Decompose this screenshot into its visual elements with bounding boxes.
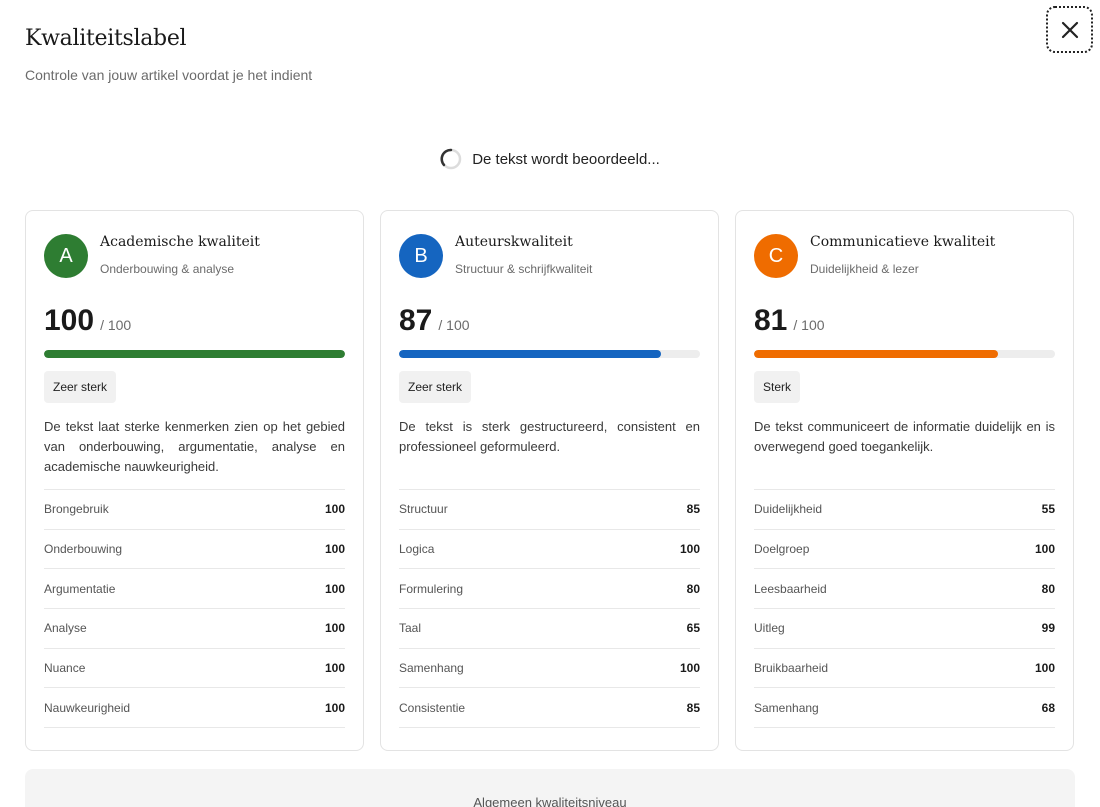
progress-bar (754, 350, 1055, 358)
score-max: / 100 (100, 317, 132, 333)
metrics-list: Duidelijkheid 55 Doelgroep 100 Leesbaarhei… (754, 489, 1055, 729)
metric-row: Formulering 80 (399, 569, 700, 610)
metric-row: Leesbaarheid 80 (754, 569, 1055, 610)
card-author: B Auteurskwaliteit Structuur & schrijfkw… (380, 210, 719, 751)
metric-row: Samenhang 100 (399, 649, 700, 689)
metric-name: Leesbaarheid (754, 581, 827, 596)
close-icon (1061, 21, 1078, 38)
metric-name: Nauwkeurigheid (44, 700, 131, 715)
metric-name: Logica (399, 542, 435, 557)
grade-badge: C (754, 234, 798, 278)
score-max: / 100 (438, 317, 470, 333)
metric-value: 100 (324, 700, 345, 715)
metric-name: Consistentie (399, 700, 466, 715)
card-academic: A Academische kwaliteit Onderbouwing & a… (25, 210, 364, 751)
card-description: De tekst communiceert de informatie duid… (754, 419, 1055, 454)
page-subtitle: Controle van jouw artikel voordat je het… (25, 67, 313, 83)
metrics-list: Brongebruik 100 Onderbouwing 100 Argumenta… (44, 489, 345, 729)
rating-badge: Zeer sterk (399, 371, 472, 403)
loading-text: De tekst wordt beoordeeld... (472, 150, 660, 168)
metric-value: 100 (1034, 542, 1055, 557)
rating-badge: Sterk (754, 371, 801, 403)
card-title: Academische kwaliteit (100, 234, 260, 250)
progress-fill (399, 350, 661, 358)
score-max: / 100 (793, 317, 825, 333)
metric-row: Logica 100 (399, 530, 700, 570)
score-value: 87 (399, 304, 433, 337)
metric-row: Onderbouwing 100 (44, 530, 345, 570)
progress-bar (399, 350, 700, 358)
metric-value: 68 (1041, 700, 1055, 715)
metric-row: Nauwkeurigheid 100 (44, 688, 345, 729)
metric-row: Nuance 100 (44, 649, 345, 689)
metric-row: Samenhang 68 (754, 688, 1055, 729)
spinner-icon (440, 148, 462, 170)
metric-name: Analyse (44, 621, 87, 636)
card-title: Auteurskwaliteit (455, 234, 573, 250)
metric-value: 100 (679, 542, 700, 557)
metric-name: Samenhang (399, 661, 464, 676)
modal-header: Kwaliteitslabel Controle van jouw artike… (25, 26, 312, 83)
metric-row: Duidelijkheid 55 (754, 490, 1055, 530)
metric-value: 55 (1041, 502, 1055, 517)
metric-row: Analyse 100 (44, 609, 345, 649)
metric-name: Uitleg (754, 621, 785, 636)
metric-name: Samenhang (754, 700, 819, 715)
metric-value: 99 (1041, 621, 1055, 636)
metric-value: 100 (324, 581, 345, 596)
metric-name: Structuur (399, 502, 448, 517)
metric-value: 85 (686, 502, 700, 517)
metric-row: Doelgroep 100 (754, 530, 1055, 570)
overall-quality-panel: Algemeen kwaliteitsniveau (25, 769, 1075, 807)
metric-name: Nuance (44, 661, 86, 676)
rating-badge: Zeer sterk (44, 371, 117, 403)
progress-fill (754, 350, 998, 358)
quality-cards: A Academische kwaliteit Onderbouwing & a… (25, 210, 1074, 751)
metric-row: Uitleg 99 (754, 609, 1055, 649)
card-subtitle: Duidelijkheid & lezer (810, 262, 919, 276)
metric-value: 80 (1041, 581, 1055, 596)
close-button[interactable] (1046, 6, 1093, 53)
metric-value: 65 (686, 621, 700, 636)
metric-name: Duidelijkheid (754, 502, 823, 517)
card-description: De tekst is sterk gestructureerd, consis… (399, 419, 700, 454)
metric-row: Brongebruik 100 (44, 490, 345, 530)
grade-badge: B (399, 234, 443, 278)
metric-name: Argumentatie (44, 581, 116, 596)
metric-value: 100 (324, 621, 345, 636)
metric-row: Bruikbaarheid 100 (754, 649, 1055, 689)
metric-row: Consistentie 85 (399, 688, 700, 729)
grade-badge: A (44, 234, 88, 278)
progress-fill (44, 350, 345, 358)
metrics-list: Structuur 85 Logica 100 Formulering 80 Taal… (399, 489, 700, 729)
metric-value: 100 (324, 502, 345, 517)
page-title: Kwaliteitslabel (25, 26, 187, 51)
score-value: 81 (754, 304, 788, 337)
metric-name: Brongebruik (44, 502, 109, 517)
metric-row: Taal 65 (399, 609, 700, 649)
metric-name: Taal (399, 621, 422, 636)
overall-quality-label: Algemeen kwaliteitsniveau (473, 795, 627, 807)
metric-value: 85 (686, 700, 700, 715)
card-description: De tekst laat sterke kenmerken zien op h… (44, 419, 345, 474)
metric-row: Structuur 85 (399, 490, 700, 530)
card-title: Communicatieve kwaliteit (810, 234, 996, 250)
metric-row: Argumentatie 100 (44, 569, 345, 610)
metric-name: Doelgroep (754, 542, 810, 557)
metric-name: Formulering (399, 581, 464, 596)
metric-value: 100 (1034, 661, 1055, 676)
card-subtitle: Structuur & schrijfkwaliteit (455, 262, 593, 276)
metric-name: Bruikbaarheid (754, 661, 829, 676)
metric-value: 100 (324, 542, 345, 557)
card-communicative: C Communicatieve kwaliteit Duidelijkheid… (735, 210, 1074, 751)
metric-value: 100 (679, 661, 700, 676)
metric-value: 100 (324, 661, 345, 676)
progress-bar (44, 350, 345, 358)
loading-indicator: De tekst wordt beoordeeld... (0, 148, 1100, 170)
metric-name: Onderbouwing (44, 542, 123, 557)
card-subtitle: Onderbouwing & analyse (100, 262, 235, 276)
score-value: 100 (44, 304, 95, 337)
metric-value: 80 (686, 581, 700, 596)
